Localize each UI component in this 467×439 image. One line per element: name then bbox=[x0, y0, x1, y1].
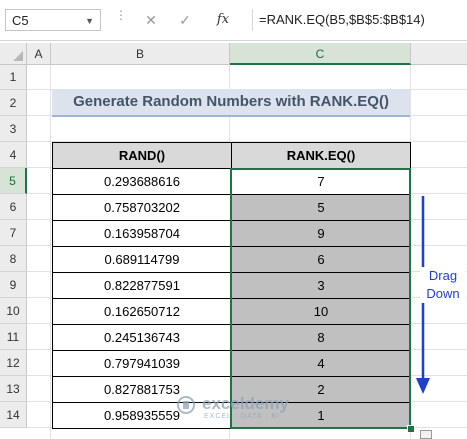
fill-handle[interactable] bbox=[407, 425, 415, 433]
row-header-14[interactable]: 14 bbox=[0, 402, 27, 428]
name-box[interactable]: C5 ▼ bbox=[5, 9, 101, 31]
table-row: 0.293688616 7 bbox=[52, 168, 411, 195]
row-header-8[interactable]: 8 bbox=[0, 246, 27, 272]
rand-cell[interactable]: 0.162650712 bbox=[52, 298, 232, 325]
row-header-3[interactable]: 3 bbox=[0, 116, 27, 142]
table-row: 0.822877591 3 bbox=[52, 272, 411, 299]
drag-label-line2: Down bbox=[420, 285, 466, 303]
select-all-button[interactable] bbox=[0, 43, 27, 65]
chevron-down-icon[interactable]: ▼ bbox=[85, 10, 94, 32]
drag-handle-icon[interactable]: ⋮ bbox=[115, 9, 127, 27]
watermark-tagline: EXCEL · DATA · BI bbox=[204, 413, 280, 420]
formula-buttons: ✕ ✓ fx bbox=[135, 9, 245, 31]
row-header-4[interactable]: 4 bbox=[0, 142, 27, 168]
rand-cell[interactable]: 0.245136743 bbox=[52, 324, 232, 351]
rand-cell[interactable]: 0.822877591 bbox=[52, 272, 232, 299]
table-row: 0.758703202 5 bbox=[52, 194, 411, 221]
row-header-11[interactable]: 11 bbox=[0, 324, 27, 350]
table-row: 0.245136743 8 bbox=[52, 324, 411, 351]
formula-input[interactable]: =RANK.EQ(B5,$B$5:$B$14) bbox=[252, 9, 464, 31]
rank-cell[interactable]: 3 bbox=[231, 272, 411, 299]
drag-label-line1: Drag bbox=[420, 267, 466, 285]
rank-table: RAND() RANK.EQ() 0.293688616 7 0.758703202… bbox=[52, 142, 411, 429]
row-header-7[interactable]: 7 bbox=[0, 220, 27, 246]
paste-options-icon[interactable] bbox=[420, 430, 432, 439]
rank-cell[interactable]: 8 bbox=[231, 324, 411, 351]
formula-bar: C5 ▼ ⋮ ✕ ✓ fx =RANK.EQ(B5,$B$5:$B$14) bbox=[0, 0, 467, 41]
column-header-a[interactable]: A bbox=[27, 43, 51, 65]
rank-cell[interactable]: 7 bbox=[231, 168, 411, 195]
header-rank[interactable]: RANK.EQ() bbox=[231, 142, 411, 169]
page-title: Generate Random Numbers with RANK.EQ() bbox=[52, 89, 410, 117]
rand-cell[interactable]: 0.163958704 bbox=[52, 220, 232, 247]
name-box-value: C5 bbox=[12, 13, 29, 28]
insert-function-icon[interactable]: fx bbox=[211, 9, 235, 31]
row-header-9[interactable]: 9 bbox=[0, 272, 27, 298]
table-row: 0.689114799 6 bbox=[52, 246, 411, 273]
rank-cell[interactable]: 10 bbox=[231, 298, 411, 325]
enter-icon[interactable]: ✓ bbox=[173, 9, 197, 31]
row-header-1[interactable]: 1 bbox=[0, 65, 27, 90]
column-header-d[interactable] bbox=[411, 43, 467, 65]
row-header-12[interactable]: 12 bbox=[0, 350, 27, 376]
column-header-b[interactable]: B bbox=[51, 43, 230, 65]
table-row: 0.797941039 4 bbox=[52, 350, 411, 377]
column-header-c[interactable]: C bbox=[230, 43, 411, 65]
drag-down-label: Drag Down bbox=[420, 267, 466, 303]
rank-cell[interactable]: 4 bbox=[231, 350, 411, 377]
row-header-6[interactable]: 6 bbox=[0, 194, 27, 220]
rand-cell[interactable]: 0.293688616 bbox=[52, 168, 232, 195]
row-header-13[interactable]: 13 bbox=[0, 376, 27, 402]
rand-cell[interactable]: 0.797941039 bbox=[52, 350, 232, 377]
rand-cell[interactable]: 0.689114799 bbox=[52, 246, 232, 273]
watermark-name: exceldemy bbox=[202, 394, 289, 413]
cancel-icon[interactable]: ✕ bbox=[139, 9, 163, 31]
table-row: 0.163958704 9 bbox=[52, 220, 411, 247]
row-header-5[interactable]: 5 bbox=[0, 168, 27, 194]
header-rand[interactable]: RAND() bbox=[52, 142, 232, 169]
rank-cell[interactable]: 5 bbox=[231, 194, 411, 221]
table-row: 0.162650712 10 bbox=[52, 298, 411, 325]
row-header-10[interactable]: 10 bbox=[0, 298, 27, 324]
row-header-2[interactable]: 2 bbox=[0, 90, 27, 116]
rank-cell[interactable]: 6 bbox=[231, 246, 411, 273]
rank-cell[interactable]: 9 bbox=[231, 220, 411, 247]
exceldemy-logo-icon bbox=[177, 396, 195, 414]
rand-cell[interactable]: 0.758703202 bbox=[52, 194, 232, 221]
